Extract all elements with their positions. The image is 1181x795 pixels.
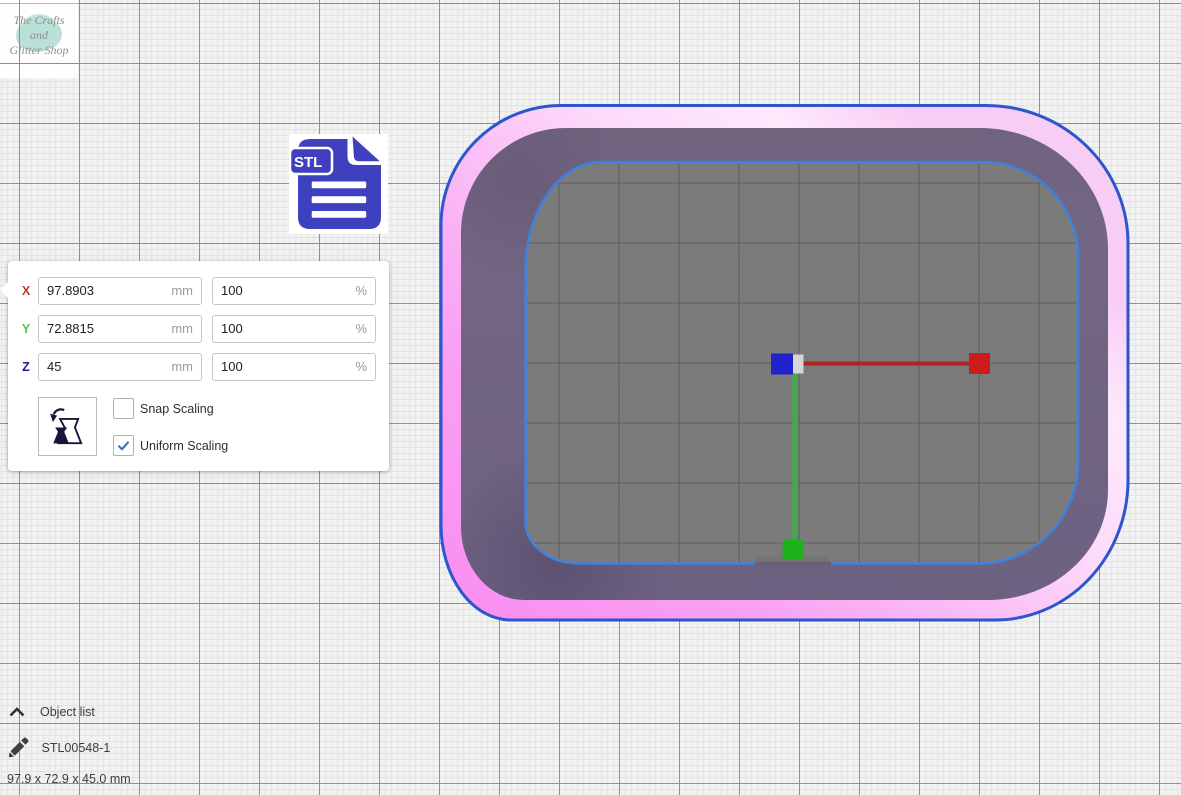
svg-text:STL: STL	[294, 154, 322, 171]
